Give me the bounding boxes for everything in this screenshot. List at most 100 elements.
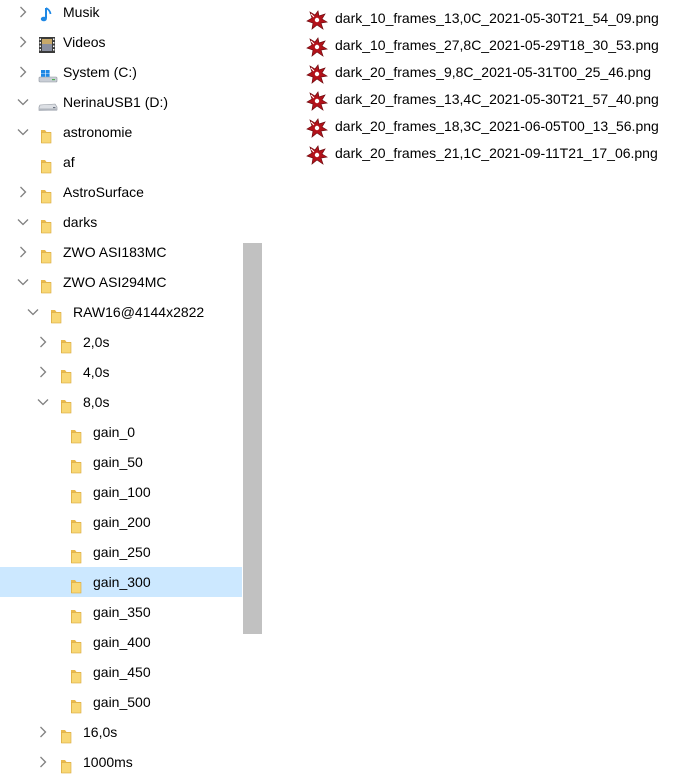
- nav-tree-item[interactable]: gain_500: [0, 687, 242, 717]
- nav-tree-item[interactable]: 2,0s: [0, 327, 242, 357]
- navigation-pane: Musik Videos System (C:) NerinaUSB1 (D:)…: [0, 0, 242, 777]
- chevron-right-icon[interactable]: [17, 27, 29, 57]
- nav-tree-item[interactable]: NerinaUSB1 (D:): [0, 87, 242, 117]
- nav-tree-item[interactable]: System (C:): [0, 57, 242, 87]
- folder-icon: [38, 184, 56, 204]
- nav-tree-item-label: NerinaUSB1 (D:): [63, 94, 169, 110]
- chevron-right-icon[interactable]: [17, 177, 29, 207]
- file-explorer: Musik Videos System (C:) NerinaUSB1 (D:)…: [0, 0, 677, 777]
- nav-tree-item-label: gain_350: [93, 604, 151, 620]
- file-name: dark_10_frames_13,0C_2021-05-30T21_54_09…: [335, 10, 659, 26]
- nav-tree-item[interactable]: 8,0s: [0, 387, 242, 417]
- png-image-icon: [306, 37, 328, 57]
- file-name: dark_20_frames_21,1C_2021-09-11T21_17_06…: [335, 145, 658, 161]
- png-image-icon: [306, 10, 328, 30]
- folder-icon: [48, 304, 66, 324]
- png-image-icon: [306, 145, 328, 165]
- chevron-down-icon[interactable]: [37, 387, 49, 417]
- folder-icon: [38, 124, 56, 144]
- file-name: dark_10_frames_27,8C_2021-05-29T18_30_53…: [335, 37, 659, 53]
- chevron-right-icon[interactable]: [17, 57, 29, 87]
- nav-tree-item[interactable]: gain_200: [0, 507, 242, 537]
- file-name: dark_20_frames_13,4C_2021-05-30T21_57_40…: [335, 91, 659, 107]
- chevron-right-icon[interactable]: [37, 747, 49, 777]
- nav-tree-item[interactable]: gain_100: [0, 477, 242, 507]
- chevron-down-icon[interactable]: [17, 87, 29, 117]
- folder-icon: [38, 244, 56, 264]
- chevron-right-icon[interactable]: [17, 237, 29, 267]
- nav-scrollbar-thumb[interactable]: [243, 243, 262, 634]
- nav-tree-item-label: gain_0: [93, 424, 136, 440]
- nav-tree-item-label: System (C:): [63, 64, 137, 80]
- nav-tree-item[interactable]: gain_450: [0, 657, 242, 687]
- folder-icon: [68, 574, 86, 594]
- nav-scrollbar[interactable]: [242, 0, 262, 777]
- nav-tree-item-label: gain_450: [93, 664, 151, 680]
- nav-tree-item[interactable]: gain_350: [0, 597, 242, 627]
- folder-icon: [38, 154, 56, 174]
- nav-tree-item-label: ZWO ASI183MC: [63, 244, 167, 260]
- nav-tree-item-label: 16,0s: [83, 724, 118, 740]
- chevron-right-icon[interactable]: [37, 717, 49, 747]
- nav-tree-item[interactable]: 4,0s: [0, 357, 242, 387]
- nav-tree-item-label: darks: [63, 214, 98, 230]
- nav-tree-item[interactable]: ZWO ASI294MC: [0, 267, 242, 297]
- folder-icon: [68, 484, 86, 504]
- nav-tree-item-label: astronomie: [63, 124, 133, 140]
- nav-tree-item-label: Videos: [63, 34, 106, 50]
- nav-tree-item[interactable]: Videos: [0, 27, 242, 57]
- png-image-icon: [306, 64, 328, 84]
- nav-tree-item[interactable]: Musik: [0, 0, 242, 27]
- nav-tree-item[interactable]: astronomie: [0, 117, 242, 147]
- folder-icon: [58, 364, 76, 384]
- folder-icon: [68, 544, 86, 564]
- folder-icon: [68, 424, 86, 444]
- nav-tree-item[interactable]: ZWO ASI183MC: [0, 237, 242, 267]
- video-film-icon: [38, 34, 56, 53]
- usb-drive-icon: [38, 94, 58, 111]
- nav-tree-item[interactable]: gain_400: [0, 627, 242, 657]
- nav-tree-item[interactable]: darks: [0, 207, 242, 237]
- folder-icon: [68, 694, 86, 714]
- chevron-down-icon[interactable]: [17, 207, 29, 237]
- folder-icon: [58, 754, 76, 774]
- nav-tree-item-label: gain_250: [93, 544, 151, 560]
- png-image-icon: [306, 91, 328, 111]
- chevron-down-icon[interactable]: [17, 267, 29, 297]
- chevron-down-icon[interactable]: [17, 117, 29, 147]
- folder-icon: [68, 634, 86, 654]
- nav-tree-item-label: gain_300: [93, 574, 151, 590]
- nav-tree-item[interactable]: 16,0s: [0, 717, 242, 747]
- folder-icon: [38, 274, 56, 294]
- nav-tree-item-label: AstroSurface: [63, 184, 144, 200]
- nav-tree-item[interactable]: 1000ms: [0, 747, 242, 777]
- nav-tree-item[interactable]: gain_0: [0, 417, 242, 447]
- nav-tree-item[interactable]: AstroSurface: [0, 177, 242, 207]
- nav-tree-item-label: 2,0s: [83, 334, 110, 350]
- file-list: dark_10_frames_13,0C_2021-05-30T21_54_09…: [262, 0, 677, 777]
- nav-tree-item[interactable]: af: [0, 147, 242, 177]
- nav-tree-item-label: 8,0s: [83, 394, 110, 410]
- chevron-right-icon[interactable]: [37, 327, 49, 357]
- nav-tree-item-label: gain_400: [93, 634, 151, 650]
- nav-tree-item-label: gain_500: [93, 694, 151, 710]
- nav-tree-item-label: 1000ms: [83, 754, 133, 770]
- nav-tree-item[interactable]: gain_50: [0, 447, 242, 477]
- nav-tree-item[interactable]: RAW16@4144x2822: [0, 297, 242, 327]
- nav-tree-item[interactable]: gain_250: [0, 537, 242, 567]
- nav-tree-item-label: gain_100: [93, 484, 151, 500]
- folder-icon: [58, 724, 76, 744]
- chevron-right-icon[interactable]: [17, 0, 29, 27]
- music-note-icon: [38, 4, 56, 22]
- nav-tree-item-label: gain_200: [93, 514, 151, 530]
- chevron-right-icon[interactable]: [37, 357, 49, 387]
- nav-tree-item-label: ZWO ASI294MC: [63, 274, 167, 290]
- system-drive-icon: [38, 64, 58, 83]
- nav-tree-item[interactable]: gain_300: [0, 567, 242, 597]
- folder-icon: [68, 604, 86, 624]
- folder-icon: [68, 664, 86, 684]
- nav-tree-item-label: Musik: [63, 4, 100, 20]
- chevron-down-icon[interactable]: [27, 297, 39, 327]
- nav-tree-item-label: af: [63, 154, 75, 170]
- file-name: dark_20_frames_18,3C_2021-06-05T00_13_56…: [335, 118, 659, 134]
